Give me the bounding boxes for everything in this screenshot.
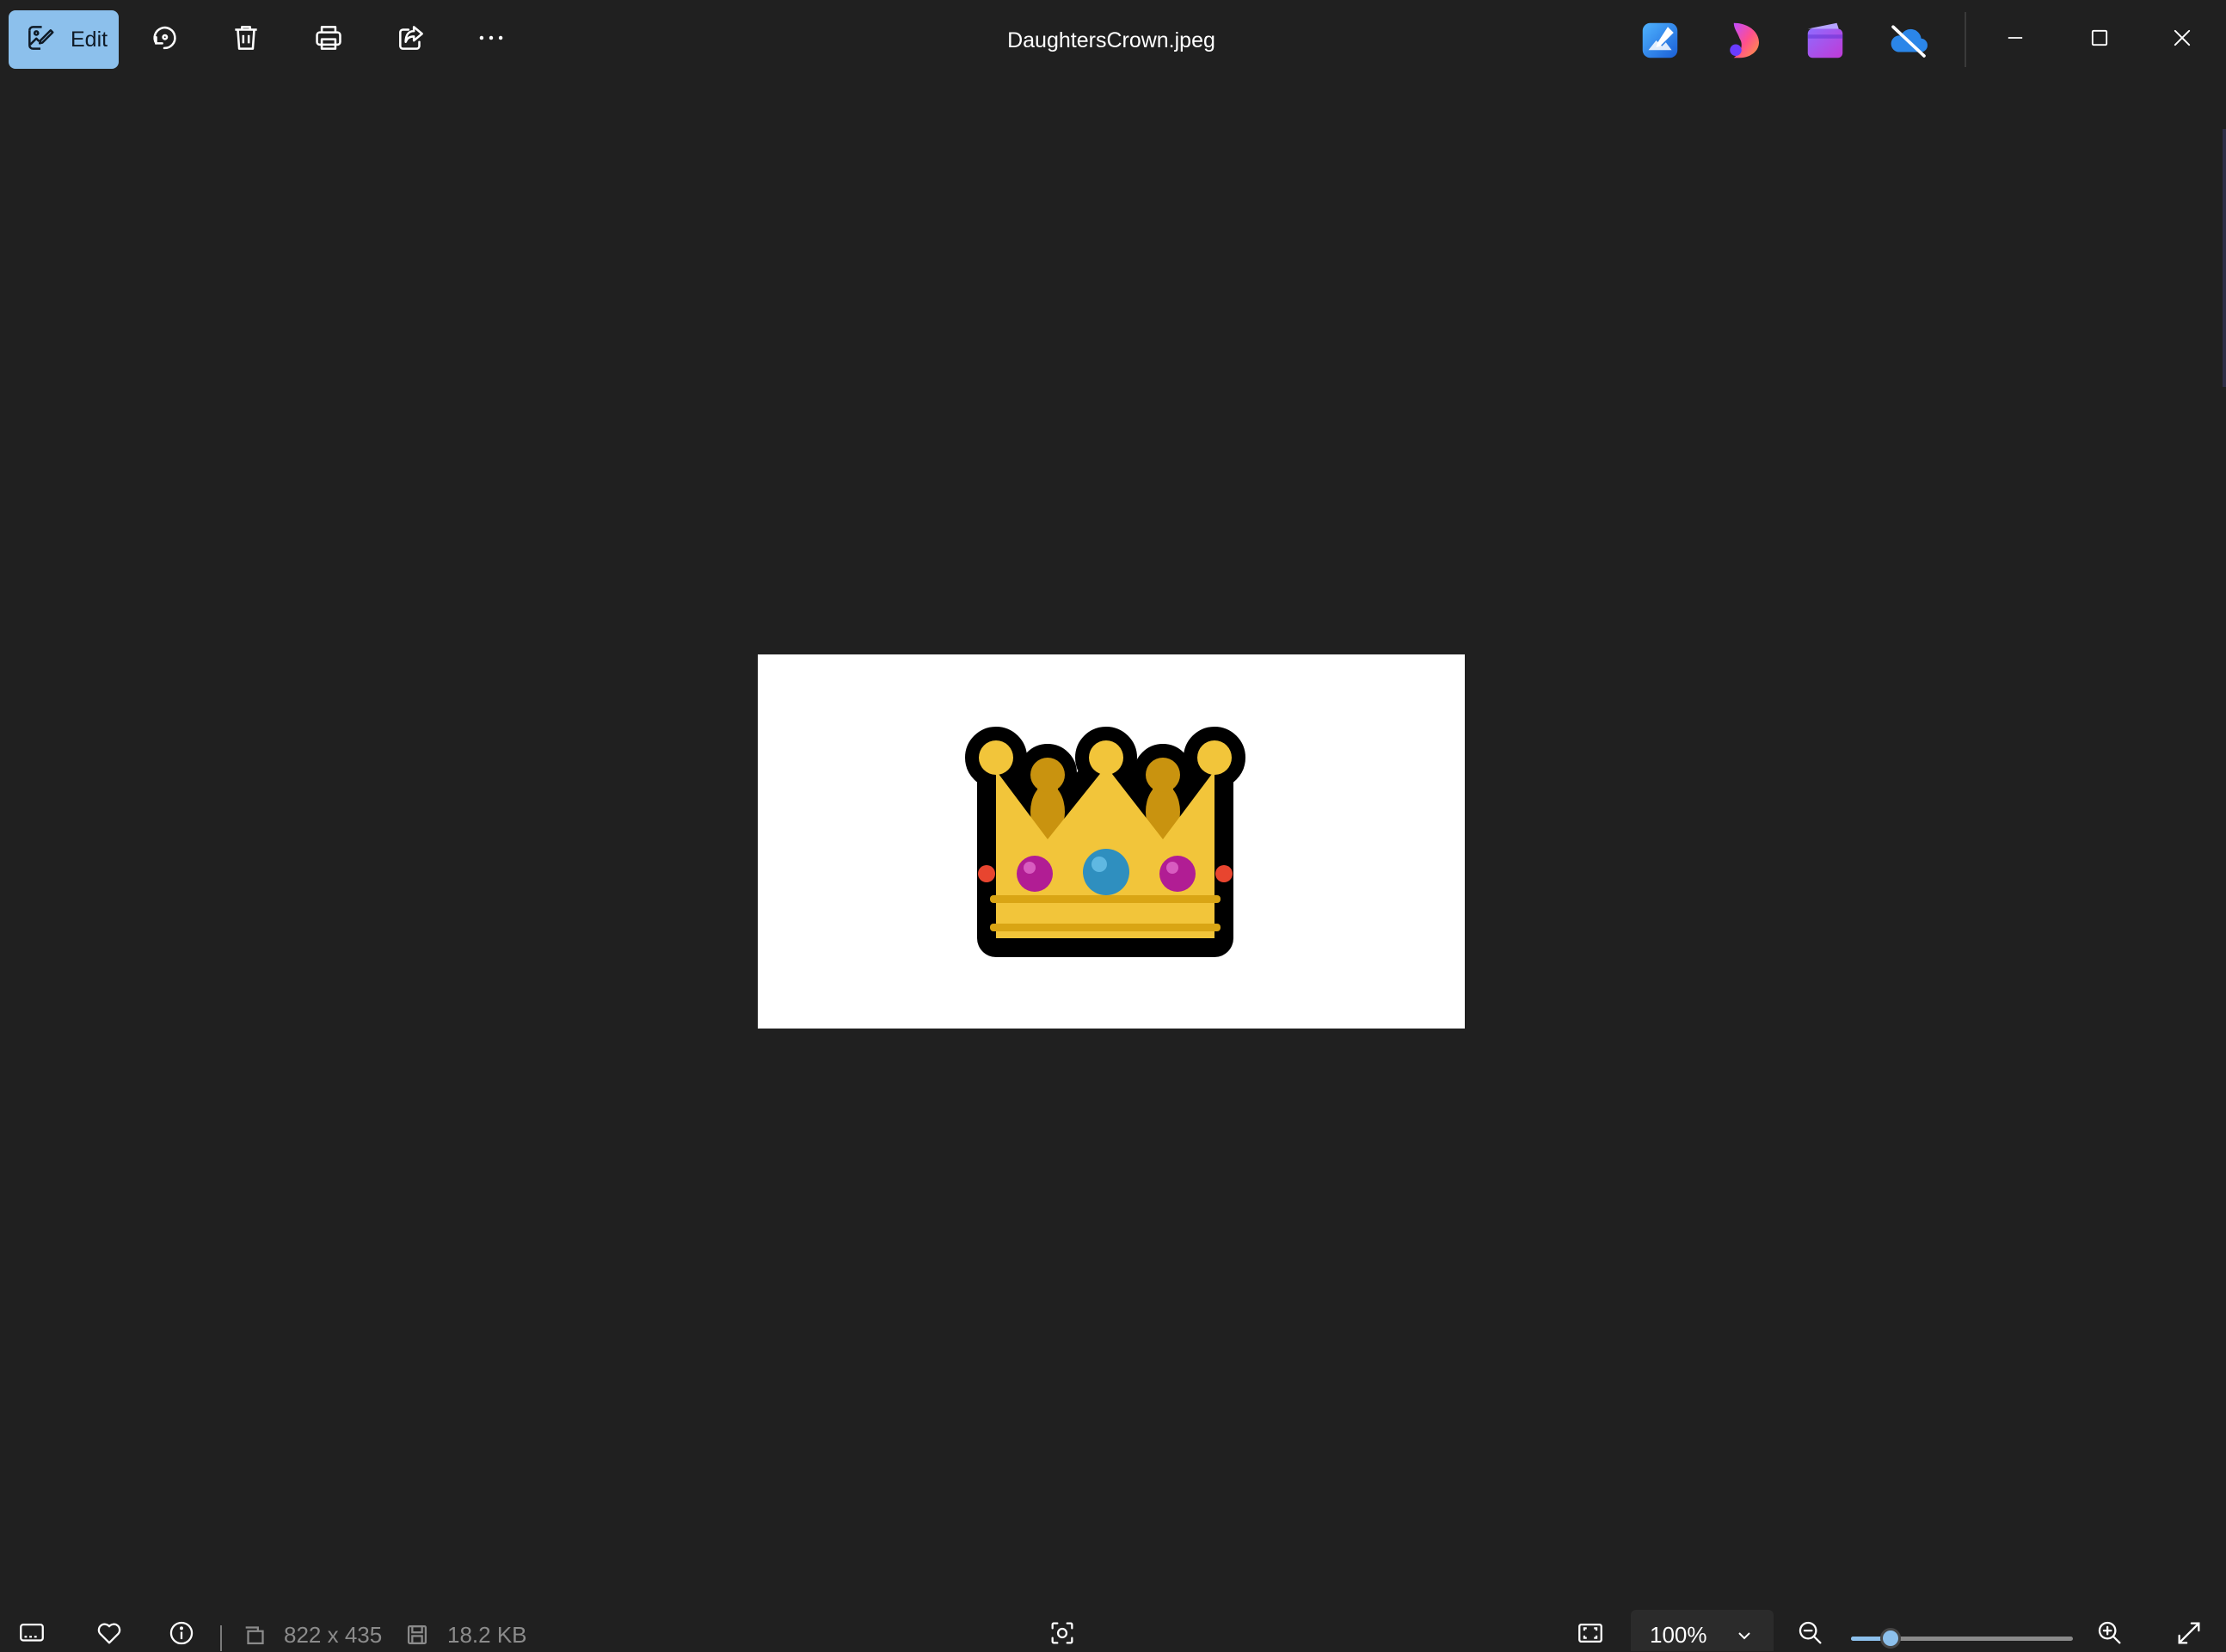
titlebar-divider (1965, 12, 1966, 67)
zoom-slider-thumb[interactable] (1880, 1628, 1902, 1649)
more-options-icon (475, 21, 507, 58)
heart-icon (95, 1618, 124, 1652)
share-icon (395, 21, 427, 58)
clipchamp-icon[interactable] (1720, 17, 1767, 64)
window-title: DaughtersCrown.jpeg (1007, 28, 1215, 52)
rotate-icon (148, 21, 181, 58)
filmstrip-icon (17, 1618, 46, 1652)
chevron-down-icon (1734, 1625, 1755, 1646)
title-bar: Edit DaughtersCrown.jpeg (0, 0, 2226, 82)
maximize-icon (2088, 26, 2112, 54)
zoom-slider[interactable] (1851, 1628, 2073, 1649)
zoom-in-button[interactable] (2094, 1618, 2126, 1651)
maximize-button[interactable] (2061, 9, 2138, 71)
rotate-button[interactable] (134, 10, 194, 69)
status-bar: 822 x 435 18.2 KB 100% (0, 1606, 2226, 1651)
fit-window-icon (1576, 1618, 1605, 1652)
zoom-value: 100% (1650, 1622, 1707, 1648)
photos-editor-icon[interactable] (1637, 17, 1683, 64)
close-icon (2170, 26, 2194, 54)
print-button[interactable] (298, 10, 359, 69)
info-icon (167, 1618, 196, 1652)
close-button[interactable] (2143, 9, 2221, 71)
zoom-out-icon (1796, 1618, 1825, 1652)
filmstrip-button[interactable] (15, 1618, 48, 1651)
expand-icon (2174, 1618, 2204, 1652)
file-size-icon (401, 1618, 434, 1651)
file-size: 18.2 KB (447, 1622, 527, 1648)
more-options-button[interactable] (461, 10, 521, 69)
edit-button[interactable]: Edit (9, 10, 119, 69)
crown-emoji (960, 719, 1252, 968)
visual-search-button[interactable] (1046, 1618, 1079, 1651)
fit-to-window-button[interactable] (1574, 1618, 1607, 1651)
edit-image-icon (24, 21, 57, 58)
scan-icon (1048, 1618, 1077, 1652)
zoom-dropdown[interactable]: 100% (1631, 1610, 1774, 1651)
minimize-icon (2003, 26, 2027, 54)
status-divider (220, 1625, 222, 1651)
image-dimensions: 822 x 435 (284, 1622, 383, 1648)
dimensions-icon (239, 1618, 272, 1651)
window-edge (2223, 129, 2226, 387)
delete-button[interactable] (216, 10, 276, 69)
onedrive-off-icon[interactable] (1885, 17, 1932, 64)
video-editor-icon[interactable] (1802, 17, 1848, 64)
delete-icon (230, 21, 262, 58)
print-icon (312, 21, 345, 58)
minimize-button[interactable] (1977, 9, 2054, 71)
zoom-out-button[interactable] (1794, 1618, 1827, 1651)
favorite-button[interactable] (93, 1618, 126, 1651)
share-button[interactable] (381, 10, 441, 69)
full-screen-button[interactable] (2173, 1618, 2205, 1651)
displayed-image (758, 654, 1465, 1029)
edit-label: Edit (71, 27, 108, 52)
info-button[interactable] (165, 1618, 198, 1651)
zoom-in-icon (2095, 1618, 2125, 1652)
